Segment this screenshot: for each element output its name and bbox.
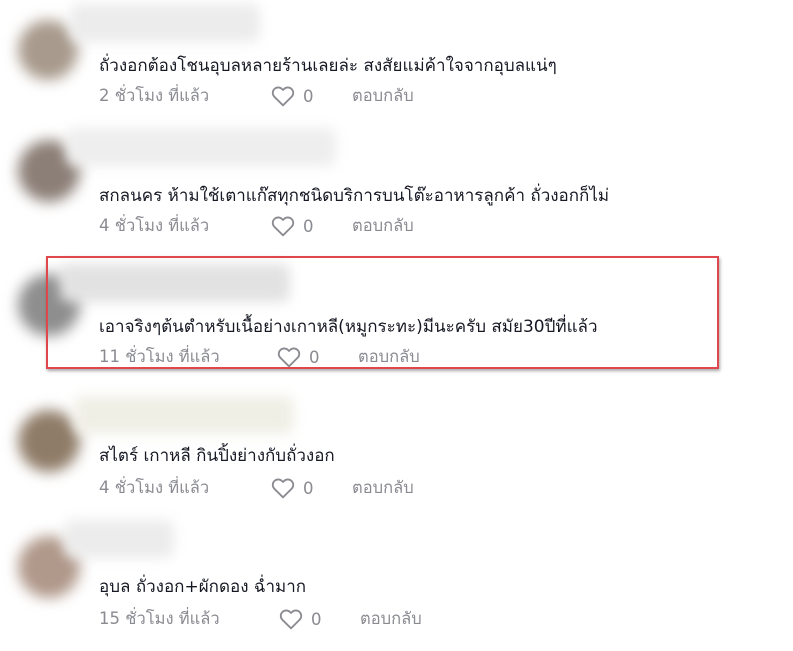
like-button[interactable]: 0 (279, 608, 360, 630)
comment-meta: 11 ชั่วโมง ที่แล้ว 0 ตอบกลับ (99, 345, 420, 369)
avatar[interactable] (18, 20, 78, 80)
reply-button[interactable]: ตอบกลับ (352, 213, 414, 239)
username-redacted (60, 264, 290, 302)
reply-button[interactable]: ตอบกลับ (352, 475, 414, 501)
comment-item: สไตร์ เกาหลี กินปิ้งย่างกับถั่วงอก 4 ชั่… (0, 388, 793, 518)
username-redacted (70, 4, 260, 42)
comment-time: 4 ชั่วโมง ที่แล้ว (99, 478, 210, 497)
comment-meta: 4 ชั่วโมง ที่แล้ว 0 ตอบกลับ (99, 214, 414, 238)
like-count: 0 (303, 216, 314, 236)
heart-outline-icon (271, 86, 295, 107)
heart-outline-icon (271, 478, 295, 499)
comment-text: สไตร์ เกาหลี กินปิ้งย่างกับถั่วงอก (99, 446, 335, 466)
reply-button[interactable]: ตอบกลับ (360, 606, 422, 632)
username-redacted (64, 520, 174, 558)
comment-text: ถั่วงอกต้องโชนอุบลหลายร้านเลยล่ะ สงสัยแม… (99, 56, 557, 76)
comment-text: อุบล ถั่วงอก+ผักดอง ฉ่ำมาก (99, 577, 307, 597)
like-button[interactable]: 0 (277, 346, 358, 368)
comment-meta: 15 ชั่วโมง ที่แล้ว 0 ตอบกลับ (99, 607, 422, 631)
reply-button[interactable]: ตอบกลับ (352, 83, 414, 109)
comment-item: อุบล ถั่วงอก+ผักดอง ฉ่ำมาก 15 ชั่วโมง ที… (0, 516, 793, 646)
like-count: 0 (311, 609, 322, 629)
comment-time: 11 ชั่วโมง ที่แล้ว (99, 347, 220, 366)
like-count: 0 (303, 86, 314, 106)
comment-text: สกลนคร ห้ามใช้เตาแก๊สทุกชนิดบริการบนโต๊ะ… (99, 186, 610, 206)
avatar[interactable] (18, 410, 80, 472)
like-count: 0 (309, 347, 320, 367)
heart-outline-icon (279, 609, 303, 630)
comment-time: 2 ชั่วโมง ที่แล้ว (99, 86, 210, 105)
comment-item: สกลนคร ห้ามใช้เตาแก๊สทุกชนิดบริการบนโต๊ะ… (0, 128, 793, 258)
like-count: 0 (303, 478, 314, 498)
heart-outline-icon (277, 347, 301, 368)
comment-meta: 4 ชั่วโมง ที่แล้ว 0 ตอบกลับ (99, 476, 414, 500)
like-button[interactable]: 0 (271, 215, 352, 237)
comment-item: ถั่วงอกต้องโชนอุบลหลายร้านเลยล่ะ สงสัยแม… (0, 0, 793, 130)
username-redacted (66, 128, 336, 166)
like-button[interactable]: 0 (271, 477, 352, 499)
comment-time: 4 ชั่วโมง ที่แล้ว (99, 216, 210, 235)
comment-item: เอาจริงๆต้นตำหรับเนื้อย่างเกาหลี(หมูกระท… (0, 256, 793, 386)
comment-meta: 2 ชั่วโมง ที่แล้ว 0 ตอบกลับ (99, 84, 414, 108)
username-redacted (74, 396, 294, 434)
comment-time: 15 ชั่วโมง ที่แล้ว (99, 609, 220, 628)
comment-text: เอาจริงๆต้นตำหรับเนื้อย่างเกาหลี(หมูกระท… (99, 317, 598, 337)
like-button[interactable]: 0 (271, 85, 352, 107)
heart-outline-icon (271, 216, 295, 237)
reply-button[interactable]: ตอบกลับ (358, 344, 420, 370)
